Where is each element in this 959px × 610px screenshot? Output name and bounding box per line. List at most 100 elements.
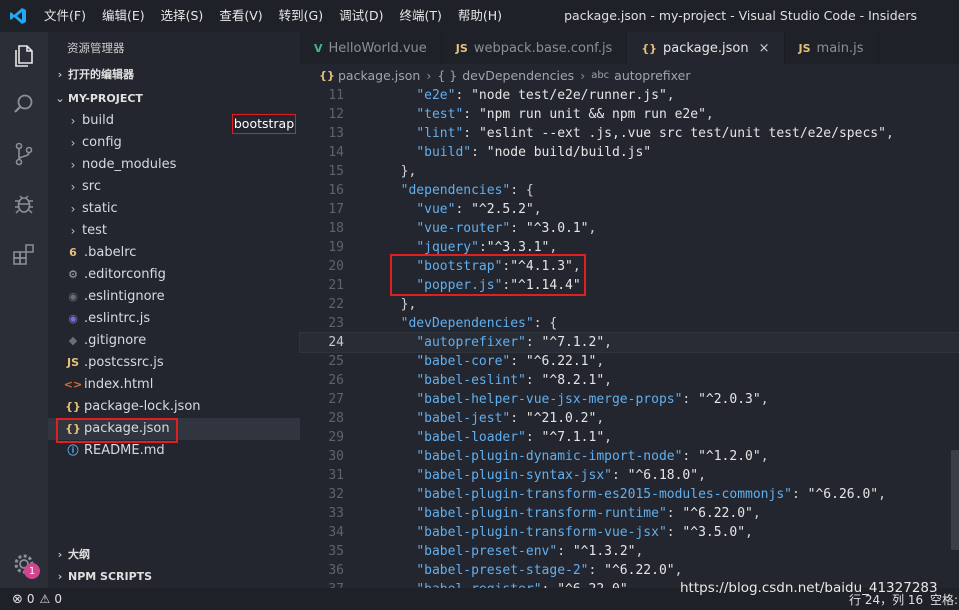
code-text: "autoprefixer": "^7.1.2",: [416, 335, 612, 350]
code-text: "babel-eslint": "^8.2.1",: [416, 373, 612, 388]
code-line[interactable]: 17 "vue": "^2.5.2",: [300, 200, 959, 219]
file-item[interactable]: <> index.html: [48, 374, 300, 396]
menu-item[interactable]: 终端(T): [391, 0, 449, 32]
file-item[interactable]: ⓘ README.md: [48, 440, 300, 462]
code-line[interactable]: 23 "devDependencies": {: [300, 314, 959, 333]
explorer-title: 资源管理器: [67, 41, 125, 55]
vscode-logo-icon: [0, 0, 36, 32]
folder-label: src: [82, 179, 101, 194]
code-line[interactable]: 34 "babel-plugin-transform-vue-jsx": "^3…: [300, 523, 959, 542]
code-line[interactable]: 31 "babel-plugin-syntax-jsx": "^6.18.0",: [300, 466, 959, 485]
file-label: package-lock.json: [84, 399, 201, 414]
code-line[interactable]: 35 "babel-preset-env": "^1.3.2",: [300, 542, 959, 561]
code-line[interactable]: 29 "babel-loader": "^7.1.1",: [300, 428, 959, 447]
editor-tabs: V HelloWorld.vue JS webpack.base.conf.js {} p…: [300, 32, 959, 64]
editor-tab[interactable]: JS main.js: [785, 32, 879, 64]
code-line[interactable]: 15 },: [300, 162, 959, 181]
menu-item[interactable]: 查看(V): [211, 0, 270, 32]
line-number: 35: [328, 544, 344, 559]
line-number: 21: [328, 278, 344, 293]
line-number: 29: [328, 430, 344, 445]
file-item[interactable]: 6 .babelrc: [48, 242, 300, 264]
menu-bar: 文件(F) 编辑(E) 选择(S) 查看(V) 转到(G) 调试(D) 终端(T) 帮助(H): [36, 0, 510, 32]
code-line[interactable]: 32 "babel-plugin-transform-es2015-module…: [300, 485, 959, 504]
menu-item[interactable]: 转到(G): [271, 0, 331, 32]
code-line[interactable]: 11 "e2e": "node test/e2e/runner.js",: [300, 86, 959, 105]
folder-item[interactable]: › static: [48, 198, 300, 220]
code-line[interactable]: 26 "babel-eslint": "^8.2.1",: [300, 371, 959, 390]
code-line[interactable]: 36 "babel-preset-stage-2": "^6.22.0",: [300, 561, 959, 580]
chevron-right-icon: ›: [70, 114, 76, 128]
editor-scrollbar[interactable]: [951, 450, 959, 550]
line-number: 12: [328, 107, 344, 122]
open-editors-section[interactable]: › 打开的编辑器: [48, 64, 300, 86]
code-text: "vue-router": "^3.0.1",: [416, 221, 597, 236]
file-type-icon: JS: [798, 41, 811, 55]
npm-scripts-section[interactable]: › NPM SCRIPTS: [48, 566, 300, 588]
code-line[interactable]: 13 "lint": "eslint --ext .js,.vue src te…: [300, 124, 959, 143]
file-label: .postcssrc.js: [84, 355, 164, 370]
extensions-icon[interactable]: [10, 240, 38, 268]
line-number: 16: [328, 183, 344, 198]
folder-item[interactable]: › node_modules: [48, 154, 300, 176]
code-text: "babel-jest": "^21.0.2",: [416, 411, 605, 426]
code-line[interactable]: 16 "dependencies": {: [300, 181, 959, 200]
breadcrumb-section[interactable]: devDependencies: [462, 68, 574, 83]
folder-item[interactable]: › config: [48, 132, 300, 154]
code-line[interactable]: 25 "babel-core": "^6.22.1",: [300, 352, 959, 371]
folder-item[interactable]: › test: [48, 220, 300, 242]
project-section[interactable]: ⌄ MY-PROJECT: [48, 88, 300, 110]
file-item[interactable]: ⚙ .editorconfig: [48, 264, 300, 286]
object-icon: { }: [437, 67, 458, 83]
breadcrumb-file[interactable]: package.json: [338, 68, 420, 83]
editor-tab[interactable]: {} package.json ×: [627, 32, 785, 64]
code-text: "babel-preset-env": "^1.3.2",: [416, 544, 644, 559]
file-item[interactable]: ◉ .eslintignore: [48, 286, 300, 308]
code-line[interactable]: 27 "babel-helper-vue-jsx-merge-props": "…: [300, 390, 959, 409]
file-item[interactable]: ◉ .eslintrc.js: [48, 308, 300, 330]
menu-item[interactable]: 选择(S): [153, 0, 212, 32]
chevron-right-icon: ›: [70, 180, 76, 194]
line-number: 26: [328, 373, 344, 388]
code-line[interactable]: 12 "test": "npm run unit && npm run e2e"…: [300, 105, 959, 124]
editor-tab[interactable]: V HelloWorld.vue: [300, 32, 442, 64]
file-label: README.md: [84, 443, 165, 458]
code-line[interactable]: 28 "babel-jest": "^21.0.2",: [300, 409, 959, 428]
code-line[interactable]: 30 "babel-plugin-dynamic-import-node": "…: [300, 447, 959, 466]
code-line[interactable]: 33 "babel-plugin-transform-runtime": "^6…: [300, 504, 959, 523]
code-area[interactable]: 11 "e2e": "node test/e2e/runner.js", 12 "…: [299, 86, 959, 597]
outline-section[interactable]: › 大纲: [48, 544, 300, 566]
search-icon[interactable]: [10, 90, 38, 118]
code-line[interactable]: 22 },: [300, 295, 959, 314]
tab-label: HelloWorld.vue: [328, 40, 427, 56]
line-number: 15: [328, 164, 344, 179]
warning-count[interactable]: 0: [54, 592, 62, 606]
file-type-icon: JS: [455, 41, 468, 55]
debug-icon[interactable]: [10, 190, 38, 218]
chevron-right-icon: ›: [57, 548, 63, 561]
code-text: "test": "npm run unit && npm run e2e",: [416, 107, 714, 122]
menu-item[interactable]: 文件(F): [36, 0, 94, 32]
file-item[interactable]: ◆ .gitignore: [48, 330, 300, 352]
menu-item[interactable]: 帮助(H): [450, 0, 510, 32]
code-text: "babel-loader": "^7.1.1",: [416, 430, 612, 445]
code-line[interactable]: 24 "autoprefixer": "^7.1.2",: [299, 332, 959, 353]
source-control-icon[interactable]: [10, 140, 38, 168]
file-item[interactable]: {} package-lock.json: [48, 396, 300, 418]
folder-label: config: [82, 135, 122, 150]
code-line[interactable]: 18 "vue-router": "^3.0.1",: [300, 219, 959, 238]
explorer-icon[interactable]: [10, 42, 38, 70]
breadcrumb-key[interactable]: autoprefixer: [614, 68, 690, 83]
menu-item[interactable]: 编辑(E): [94, 0, 153, 32]
file-type-icon: {}: [641, 41, 658, 55]
code-line[interactable]: 14 "build": "node build/build.js": [300, 143, 959, 162]
editor-tab[interactable]: JS webpack.base.conf.js: [442, 32, 628, 64]
bootstrap-dependency-highlight-box: [390, 254, 586, 296]
activity-bar: 1: [0, 32, 48, 588]
file-item[interactable]: JS .postcssrc.js: [48, 352, 300, 374]
error-count[interactable]: 0: [27, 592, 35, 606]
file-label: index.html: [84, 377, 154, 392]
menu-item[interactable]: 调试(D): [331, 0, 391, 32]
folder-item[interactable]: › src: [48, 176, 300, 198]
close-icon[interactable]: ×: [759, 41, 770, 56]
